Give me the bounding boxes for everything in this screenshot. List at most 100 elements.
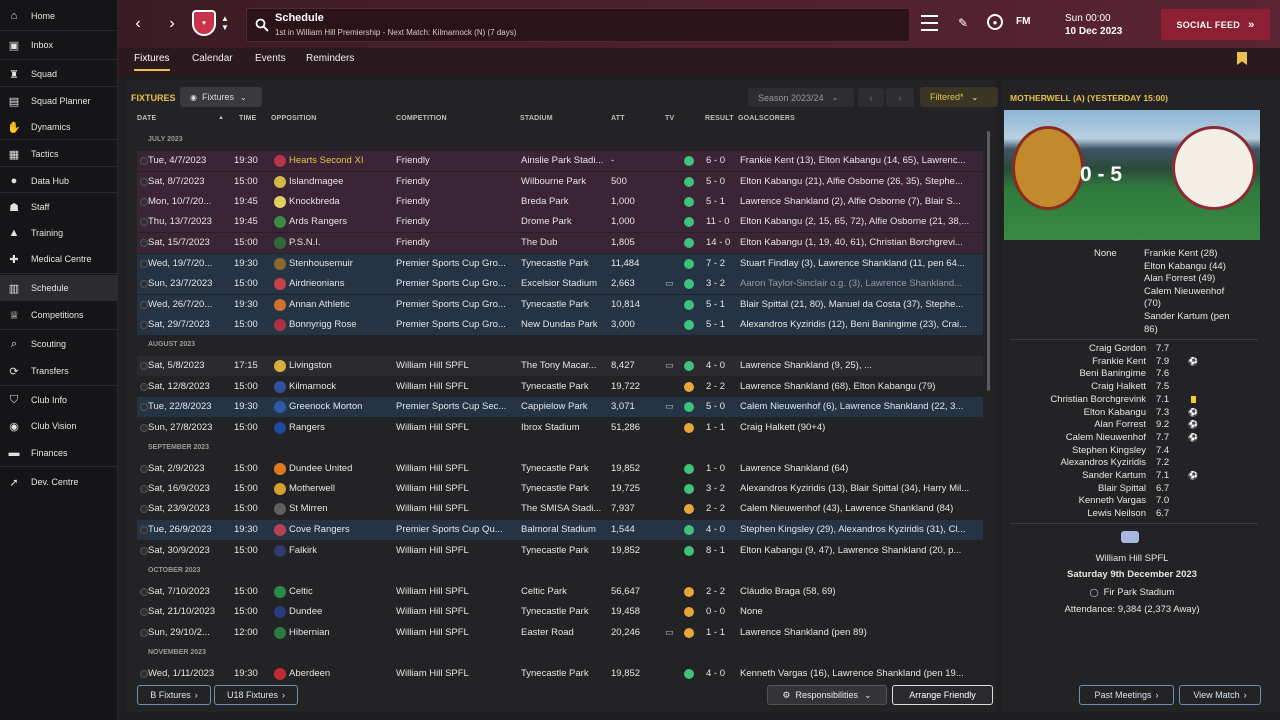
sidebar-item-training[interactable]: ▲ Training [0,220,118,246]
row-select-radio[interactable] [140,608,148,616]
row-select-radio[interactable] [140,198,148,206]
cell-opp[interactable]: Ards Rangers [289,216,394,227]
cell-opp[interactable]: Cove Rangers [289,524,394,535]
table-row[interactable]: Sat, 30/9/2023 15:00 Falkirk William Hill S… [137,541,983,561]
player-name[interactable]: Alan Forrest [1094,419,1146,430]
cell-stadium[interactable]: Ibrox Stadium [521,422,609,433]
cell-opp[interactable]: Livingston [289,360,394,371]
cell-comp[interactable]: William Hill SPFL [396,360,518,371]
view-match-button[interactable]: View Match › [1179,685,1261,705]
cell-stadium[interactable]: Cappielow Park [521,401,609,412]
past-meetings-button[interactable]: Past Meetings › [1079,685,1174,705]
row-select-radio[interactable] [140,588,148,596]
player-name[interactable]: Blair Spittal [1098,483,1146,494]
cell-stadium[interactable]: Tynecastle Park [521,668,609,679]
player-name[interactable]: Calem Nieuwenhof [1066,432,1146,443]
club-switch-icon[interactable]: ▲ ▼ [220,12,230,34]
cell-comp[interactable]: William Hill SPFL [396,381,518,392]
cell-comp[interactable]: Premier Sports Cup Qu... [396,524,518,535]
cell-opp[interactable]: Knockbreda [289,196,394,207]
cell-comp[interactable]: Premier Sports Cup Gro... [396,258,518,269]
cell-comp[interactable]: Premier Sports Cup Sec... [396,401,518,412]
row-select-radio[interactable] [140,485,148,493]
sidebar-item-squad-planner[interactable]: ▤ Squad Planner [0,88,118,114]
table-row[interactable]: Sat, 12/8/2023 15:00 Kilmarnock William Hil… [137,377,983,397]
table-row[interactable]: Sun, 29/10/2... 12:00 Hibernian William Hil… [137,623,983,643]
cell-stadium[interactable]: Wilbourne Park [521,176,609,187]
cell-opp[interactable]: Celtic [289,586,394,597]
table-row[interactable]: Sun, 23/7/2023 15:00 Airdrieonians Premier … [137,274,983,294]
season-dropdown[interactable]: Season 2023/24 ⌄ [748,88,854,107]
cell-stadium[interactable]: The SMISA Stadi... [521,503,609,514]
filter-dropdown[interactable]: Filtered* ⌄ [920,87,998,107]
club-crest-icon[interactable]: ♥ [192,10,216,36]
cell-stadium[interactable]: Tynecastle Park [521,299,609,310]
cell-opp[interactable]: P.S.N.I. [289,237,394,248]
cell-opp[interactable]: Rangers [289,422,394,433]
row-select-radio[interactable] [140,465,148,473]
cell-stadium[interactable]: Drome Park [521,216,609,227]
col-result[interactable]: RESULT [705,115,734,122]
row-select-radio[interactable] [140,505,148,513]
cell-opp[interactable]: Airdrieonians [289,278,394,289]
sidebar-item-club-vision[interactable]: ◉ Club Vision [0,413,118,439]
player-name[interactable]: Lewis Neilson [1087,508,1146,519]
tab-reminders[interactable]: Reminders [306,53,354,71]
fm-logo-icon[interactable]: ● [987,14,1003,30]
cell-comp[interactable]: Friendly [396,176,518,187]
forward-button[interactable]: › [162,14,182,34]
cell-opp[interactable]: Bonnyrigg Rose [289,319,394,330]
sidebar-item-inbox[interactable]: ▣ Inbox [0,32,118,58]
table-row[interactable]: Wed, 26/7/20... 19:30 Annan Athletic Premie… [137,295,983,315]
sidebar-item-staff[interactable]: ☗ Staff [0,194,118,220]
row-select-radio[interactable] [140,670,148,678]
row-select-radio[interactable] [140,383,148,391]
table-row[interactable]: Sat, 5/8/2023 17:15 Livingston William Hill… [137,356,983,376]
cell-comp[interactable]: Premier Sports Cup Gro... [396,299,518,310]
sidebar-item-data-hub[interactable]: ● Data Hub [0,168,118,194]
col-goalscorers[interactable]: GOALSCORERS [738,115,795,122]
table-row[interactable]: Sat, 7/10/2023 15:00 Celtic William Hill SP… [137,582,983,602]
sidebar-item-home[interactable]: ⌂ Home [0,3,118,29]
col-time[interactable]: TIME [239,115,257,122]
cell-stadium[interactable]: Tynecastle Park [521,381,609,392]
menu-icon[interactable] [920,15,938,31]
arrange-friendly-button[interactable]: Arrange Friendly [892,685,993,705]
cell-comp[interactable]: William Hill SPFL [396,545,518,556]
date-time-2[interactable]: 10 Dec 2023 [1065,26,1122,37]
player-name[interactable]: Craig Halkett [1091,381,1146,392]
cell-opp[interactable]: Islandmagee [289,176,394,187]
cell-stadium[interactable]: Tynecastle Park [521,483,609,494]
cell-opp[interactable]: Stenhousemuir [289,258,394,269]
table-row[interactable]: Wed, 1/11/2023 19:30 Aberdeen William Hill … [137,664,983,684]
table-row[interactable]: Sat, 16/9/2023 15:00 Motherwell William Hil… [137,479,983,499]
sidebar-item-club-info[interactable]: ⛉ Club Info [0,387,118,413]
row-select-radio[interactable] [140,526,148,534]
cell-comp[interactable]: Friendly [396,155,518,166]
cell-comp[interactable]: William Hill SPFL [396,503,518,514]
sidebar-item-transfers[interactable]: ⟳ Transfers [0,358,118,384]
tab-fixtures[interactable]: Fixtures [134,53,170,71]
cell-opp[interactable]: Kilmarnock [289,381,394,392]
cell-opp[interactable]: Annan Athletic [289,299,394,310]
cell-opp[interactable]: Aberdeen [289,668,394,679]
cell-stadium[interactable]: Ainslie Park Stadi... [521,155,609,166]
cell-comp[interactable]: Premier Sports Cup Gro... [396,278,518,289]
row-select-radio[interactable] [140,424,148,432]
cell-comp[interactable]: William Hill SPFL [396,422,518,433]
player-name[interactable]: Kenneth Vargas [1079,495,1146,506]
col-opposition[interactable]: OPPOSITION [271,115,317,122]
player-name[interactable]: Frankie Kent [1092,356,1146,367]
sidebar-item-squad[interactable]: ♜ Squad [0,61,118,87]
season-next-button[interactable]: › [886,88,914,107]
cell-comp[interactable]: William Hill SPFL [396,483,518,494]
col-competition[interactable]: COMPETITION [396,115,447,122]
player-name[interactable]: Sander Kartum [1082,470,1146,481]
row-select-radio[interactable] [140,218,148,226]
responsibilities-button[interactable]: ⚙ Responsibilities ⌄ [767,685,887,705]
player-name[interactable]: Elton Kabangu [1084,407,1146,418]
tab-calendar[interactable]: Calendar [192,53,233,71]
cell-opp[interactable]: Dundee [289,606,394,617]
b-fixtures-button[interactable]: B Fixtures › [137,685,211,705]
cell-stadium[interactable]: Easter Road [521,627,609,638]
